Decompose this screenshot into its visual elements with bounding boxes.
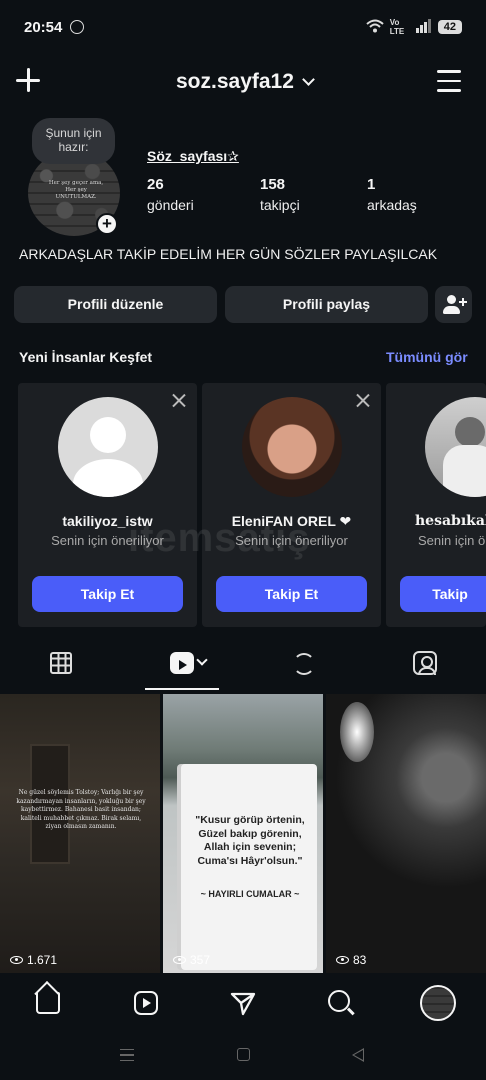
stat-number: 158 [260, 176, 286, 193]
tagged-icon [413, 651, 437, 675]
wifi-icon [366, 19, 384, 36]
tab-reels[interactable] [168, 645, 208, 683]
eye-icon [173, 956, 186, 964]
reels-icon [170, 652, 194, 674]
follow-button[interactable]: Takip [400, 576, 486, 612]
eye-icon [336, 956, 349, 964]
system-nav-bar [0, 1033, 486, 1080]
stat-number: 26 [147, 176, 164, 193]
signal-icon [415, 18, 432, 36]
post-text: Ne güzel söylemis Tolstoy; Varlığı bir ş… [16, 789, 146, 830]
send-icon[interactable] [230, 991, 256, 1017]
watermark: itemsatış [128, 516, 311, 560]
status-icons: Vo LTE 42 [366, 18, 462, 36]
view-count: 357 [173, 953, 210, 967]
add-story-icon[interactable]: + [96, 213, 118, 235]
avatar-caption: Her şey geçer ama, Her şey UNUTULMAZ. [48, 180, 104, 200]
close-icon[interactable] [355, 392, 371, 408]
view-count: 1.671 [10, 953, 57, 967]
follow-button[interactable]: Takip Et [32, 576, 183, 612]
grid-icon [50, 652, 72, 674]
suggestion-avatar[interactable] [242, 397, 342, 497]
bottom-nav [0, 975, 486, 1033]
network-label: Vo LTE [389, 18, 405, 36]
post-text: "Kusur görüp örtenin, Güzel bakıp göreni… [195, 814, 305, 867]
suggestion-subtitle: Senin için ö [418, 533, 486, 548]
edit-profile-button[interactable]: Profili düzenle [14, 286, 217, 323]
chevron-down-icon [302, 73, 315, 86]
reel-thumbnail[interactable]: 83 [326, 694, 486, 973]
menu-icon[interactable] [437, 70, 461, 92]
battery-icon: 42 [437, 20, 462, 34]
reels-icon[interactable] [134, 991, 158, 1015]
close-icon[interactable] [171, 392, 187, 408]
see-all-link[interactable]: Tümünü gör [386, 349, 468, 365]
stat-label: gönderi [147, 197, 194, 213]
post-caption: ~ HAYIRLI CUMALAR ~ [200, 889, 300, 899]
note-bubble[interactable]: Şunun için hazır: [32, 118, 115, 164]
whatsapp-icon [70, 20, 84, 34]
home-button-icon[interactable] [237, 1048, 250, 1061]
tab-grid[interactable] [42, 645, 82, 683]
suggestion-avatar[interactable] [58, 397, 158, 497]
suggestion-card[interactable]: hesabıkalan Senin için ö Takip [386, 383, 486, 627]
back-icon[interactable] [352, 1048, 364, 1062]
tab-reposts[interactable] [284, 645, 324, 683]
status-bar: 20:54 Vo LTE 42 [0, 0, 486, 56]
stat-label: takipçi [260, 197, 300, 213]
account-switcher[interactable]: soz.sayfa12 [176, 70, 315, 94]
reel-thumbnail[interactable]: Ne güzel söylemis Tolstoy; Varlığı bir ş… [0, 694, 160, 973]
add-person-icon[interactable] [435, 286, 472, 323]
stat-posts[interactable]: 26 gönderi [147, 176, 194, 213]
profile-stats: 26 gönderi 158 takipçi 1 arkadaş [147, 176, 447, 216]
view-count: 83 [336, 953, 366, 967]
recent-apps-icon[interactable] [120, 1049, 134, 1061]
stat-friends[interactable]: 1 arkadaş [367, 176, 417, 213]
stat-followers[interactable]: 158 takipçi [260, 176, 300, 213]
search-icon[interactable] [328, 990, 350, 1012]
active-tab-indicator [145, 688, 219, 690]
profile-bio: ARKADAŞLAR TAKİP EDELİM HER GÜN SÖZLER P… [19, 246, 438, 262]
plus-icon[interactable] [14, 66, 42, 94]
status-time: 20:54 [24, 19, 63, 36]
display-name: Söz_sayfası✰ [147, 148, 239, 164]
stat-label: arkadaş [367, 197, 417, 213]
suggestion-username[interactable]: hesabıkalan [415, 513, 486, 529]
repost-icon [293, 653, 315, 675]
tab-tagged[interactable] [405, 645, 445, 683]
home-icon[interactable] [36, 992, 60, 1014]
username: soz.sayfa12 [176, 70, 294, 93]
follow-button[interactable]: Takip Et [216, 576, 367, 612]
discover-title: Yeni İnsanlar Keşfet [19, 349, 153, 365]
chevron-down-icon [196, 654, 208, 666]
suggestion-card[interactable]: EleniFAN OREL ❤ Senin için öneriliyor Ta… [202, 383, 381, 627]
suggestion-card[interactable]: takiliyoz_istw Senin için öneriliyor Tak… [18, 383, 197, 627]
stat-number: 1 [367, 176, 376, 193]
reel-thumbnail[interactable]: "Kusur görüp örtenin, Güzel bakıp göreni… [163, 694, 323, 973]
share-profile-button[interactable]: Profili paylaş [225, 286, 428, 323]
eye-icon [10, 956, 23, 964]
profile-avatar[interactable] [420, 985, 456, 1021]
suggestion-avatar[interactable] [425, 397, 486, 497]
